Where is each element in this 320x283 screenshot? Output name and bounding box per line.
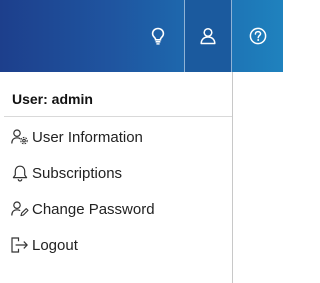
menu-item-logout[interactable]: Logout bbox=[4, 227, 232, 263]
menu-item-label: User Information bbox=[32, 128, 143, 146]
lightbulb-icon bbox=[151, 27, 165, 45]
user-settings-icon bbox=[10, 127, 30, 147]
logout-icon bbox=[10, 235, 30, 255]
menu-divider bbox=[4, 116, 232, 117]
menu-item-label: Logout bbox=[32, 236, 78, 254]
user-menu-header: User: admin bbox=[12, 91, 93, 107]
bell-icon bbox=[10, 163, 30, 183]
user-icon bbox=[200, 27, 216, 45]
menu-item-user-information[interactable]: User Information bbox=[4, 119, 232, 155]
menu-item-label: Change Password bbox=[32, 200, 155, 218]
user-dropdown-menu: User: admin User Information Subscriptio… bbox=[4, 72, 233, 283]
help-button[interactable] bbox=[233, 0, 283, 72]
top-bar bbox=[0, 0, 283, 72]
user-menu-button[interactable] bbox=[184, 0, 232, 72]
help-icon bbox=[249, 27, 267, 45]
menu-item-change-password[interactable]: Change Password bbox=[4, 191, 232, 227]
menu-item-label: Subscriptions bbox=[32, 164, 123, 182]
menu-item-subscriptions[interactable]: Subscriptions bbox=[4, 155, 232, 191]
lightbulb-button[interactable] bbox=[133, 0, 183, 72]
user-edit-icon bbox=[10, 199, 30, 219]
